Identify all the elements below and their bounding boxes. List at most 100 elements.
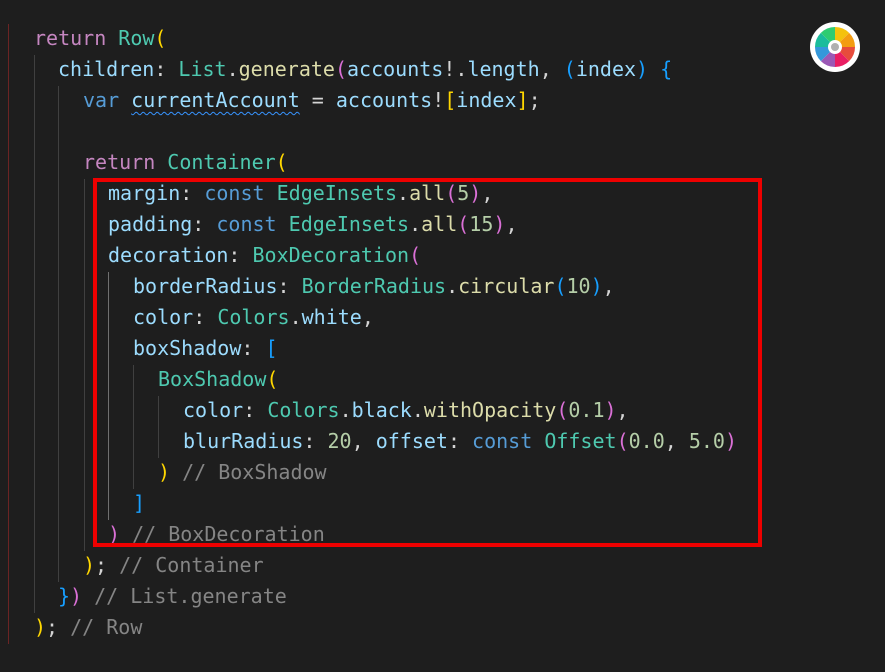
comma: , bbox=[481, 181, 494, 205]
variable-current-account[interactable]: currentAccount bbox=[131, 88, 300, 112]
code-editor[interactable]: return Row( children: List.generate(acco… bbox=[0, 0, 885, 672]
comment: // List.generate bbox=[94, 584, 287, 608]
dot: . bbox=[411, 398, 424, 422]
comma: , bbox=[664, 429, 689, 453]
property-black: black bbox=[351, 398, 412, 422]
keyword-return: return bbox=[34, 26, 107, 50]
indent-guide bbox=[108, 272, 109, 520]
comment: // BoxDecoration bbox=[132, 522, 325, 546]
bracket: ( bbox=[554, 274, 567, 298]
code-line-20[interactable]: ); // Row bbox=[34, 612, 142, 643]
property-offset: offset bbox=[375, 429, 448, 453]
comma: , bbox=[505, 212, 518, 236]
param-index: index bbox=[575, 57, 637, 81]
color-wheel-icon[interactable] bbox=[809, 21, 861, 73]
code-line-9[interactable]: borderRadius: BorderRadius.circular(10), bbox=[133, 271, 615, 302]
bracket: ) bbox=[493, 212, 506, 236]
code-line-8[interactable]: decoration: BoxDecoration( bbox=[108, 240, 421, 271]
number: 5.0 bbox=[688, 429, 725, 453]
bracket: ) bbox=[724, 429, 737, 453]
number: 10 bbox=[566, 274, 591, 298]
brace: } bbox=[58, 584, 71, 608]
dot: . bbox=[409, 212, 422, 236]
class-box-shadow: BoxShadow bbox=[158, 367, 267, 391]
comment: // Row bbox=[70, 615, 143, 639]
comma: , bbox=[616, 398, 629, 422]
variable-accounts: accounts bbox=[347, 57, 444, 81]
comment: // Container bbox=[119, 553, 264, 577]
property-blur-radius: blurRadius bbox=[183, 429, 304, 453]
bracket: ) bbox=[590, 274, 603, 298]
bracket: ( bbox=[275, 150, 288, 174]
bracket: ( bbox=[616, 429, 629, 453]
bracket: ) bbox=[469, 181, 482, 205]
indent-guide bbox=[8, 24, 9, 644]
code-line-13[interactable]: color: Colors.black.withOpacity(0.1), bbox=[183, 395, 629, 426]
variable-accounts: accounts bbox=[335, 88, 433, 112]
bracket: ) bbox=[70, 584, 83, 608]
code-line-17[interactable]: ) // BoxDecoration bbox=[108, 519, 325, 550]
class-container: Container bbox=[167, 150, 276, 174]
code-line-18[interactable]: ); // Container bbox=[83, 550, 264, 581]
class-edge-insets: EdgeInsets bbox=[288, 212, 410, 236]
property-margin: margin bbox=[108, 181, 181, 205]
indent-guide bbox=[158, 396, 159, 458]
property-length: length bbox=[467, 57, 540, 81]
code-line-6[interactable]: margin: const EdgeInsets.all(5), bbox=[108, 178, 493, 209]
code-line-15[interactable]: ) // BoxShadow bbox=[158, 457, 327, 488]
property-color: color bbox=[133, 305, 194, 329]
semicolon: ; bbox=[528, 88, 541, 112]
method-generate: generate bbox=[238, 57, 335, 81]
bracket: ) bbox=[83, 553, 96, 577]
number: 15 bbox=[469, 212, 494, 236]
property-color: color bbox=[183, 398, 244, 422]
indent-guide bbox=[133, 365, 134, 489]
semicolon: ; bbox=[95, 553, 108, 577]
colon: : bbox=[303, 429, 328, 453]
bracket: ) bbox=[34, 615, 47, 639]
operator: !. bbox=[443, 57, 468, 81]
number: 20 bbox=[327, 429, 352, 453]
class-list: List bbox=[178, 57, 227, 81]
operator: ! bbox=[432, 88, 445, 112]
code-line-7[interactable]: padding: const EdgeInsets.all(15), bbox=[108, 209, 517, 240]
dot: . bbox=[446, 274, 459, 298]
bracket: ( bbox=[154, 26, 167, 50]
property-padding: padding bbox=[108, 212, 193, 236]
property-border-radius: borderRadius bbox=[133, 274, 278, 298]
operator: = bbox=[299, 88, 336, 112]
bracket: ] bbox=[133, 491, 146, 515]
code-line-2[interactable]: children: List.generate(accounts!.length… bbox=[58, 54, 672, 85]
colon: : bbox=[277, 274, 302, 298]
bracket: ) bbox=[636, 57, 649, 81]
class-colors: Colors bbox=[217, 305, 290, 329]
colon: : bbox=[192, 212, 217, 236]
code-line-16[interactable]: ] bbox=[133, 488, 145, 519]
code-line-14[interactable]: blurRadius: 20, offset: const Offset(0.0… bbox=[183, 426, 737, 457]
bracket: ( bbox=[563, 57, 576, 81]
method-with-opacity: withOpacity bbox=[423, 398, 557, 422]
number: 0.0 bbox=[628, 429, 665, 453]
code-line-3[interactable]: var currentAccount = accounts![index]; bbox=[83, 85, 541, 116]
keyword-const: const bbox=[216, 212, 277, 236]
bracket: [ bbox=[265, 336, 278, 360]
colon: : bbox=[241, 336, 266, 360]
method-circular: circular bbox=[458, 274, 555, 298]
keyword-const: const bbox=[204, 181, 265, 205]
code-line-10[interactable]: color: Colors.white, bbox=[133, 302, 374, 333]
code-line-1[interactable]: return Row( bbox=[34, 23, 166, 54]
colon: : bbox=[228, 243, 253, 267]
bracket: ) bbox=[158, 460, 171, 484]
brace: { bbox=[660, 57, 673, 81]
code-line-5[interactable]: return Container( bbox=[83, 147, 288, 178]
code-line-12[interactable]: BoxShadow( bbox=[158, 364, 278, 395]
code-line-19[interactable]: }) // List.generate bbox=[58, 581, 287, 612]
dot: . bbox=[397, 181, 410, 205]
class-row: Row bbox=[118, 26, 155, 50]
colon: : bbox=[243, 398, 268, 422]
bracket: ( bbox=[457, 212, 470, 236]
code-line-11[interactable]: boxShadow: [ bbox=[133, 333, 278, 364]
comma: , bbox=[602, 274, 615, 298]
